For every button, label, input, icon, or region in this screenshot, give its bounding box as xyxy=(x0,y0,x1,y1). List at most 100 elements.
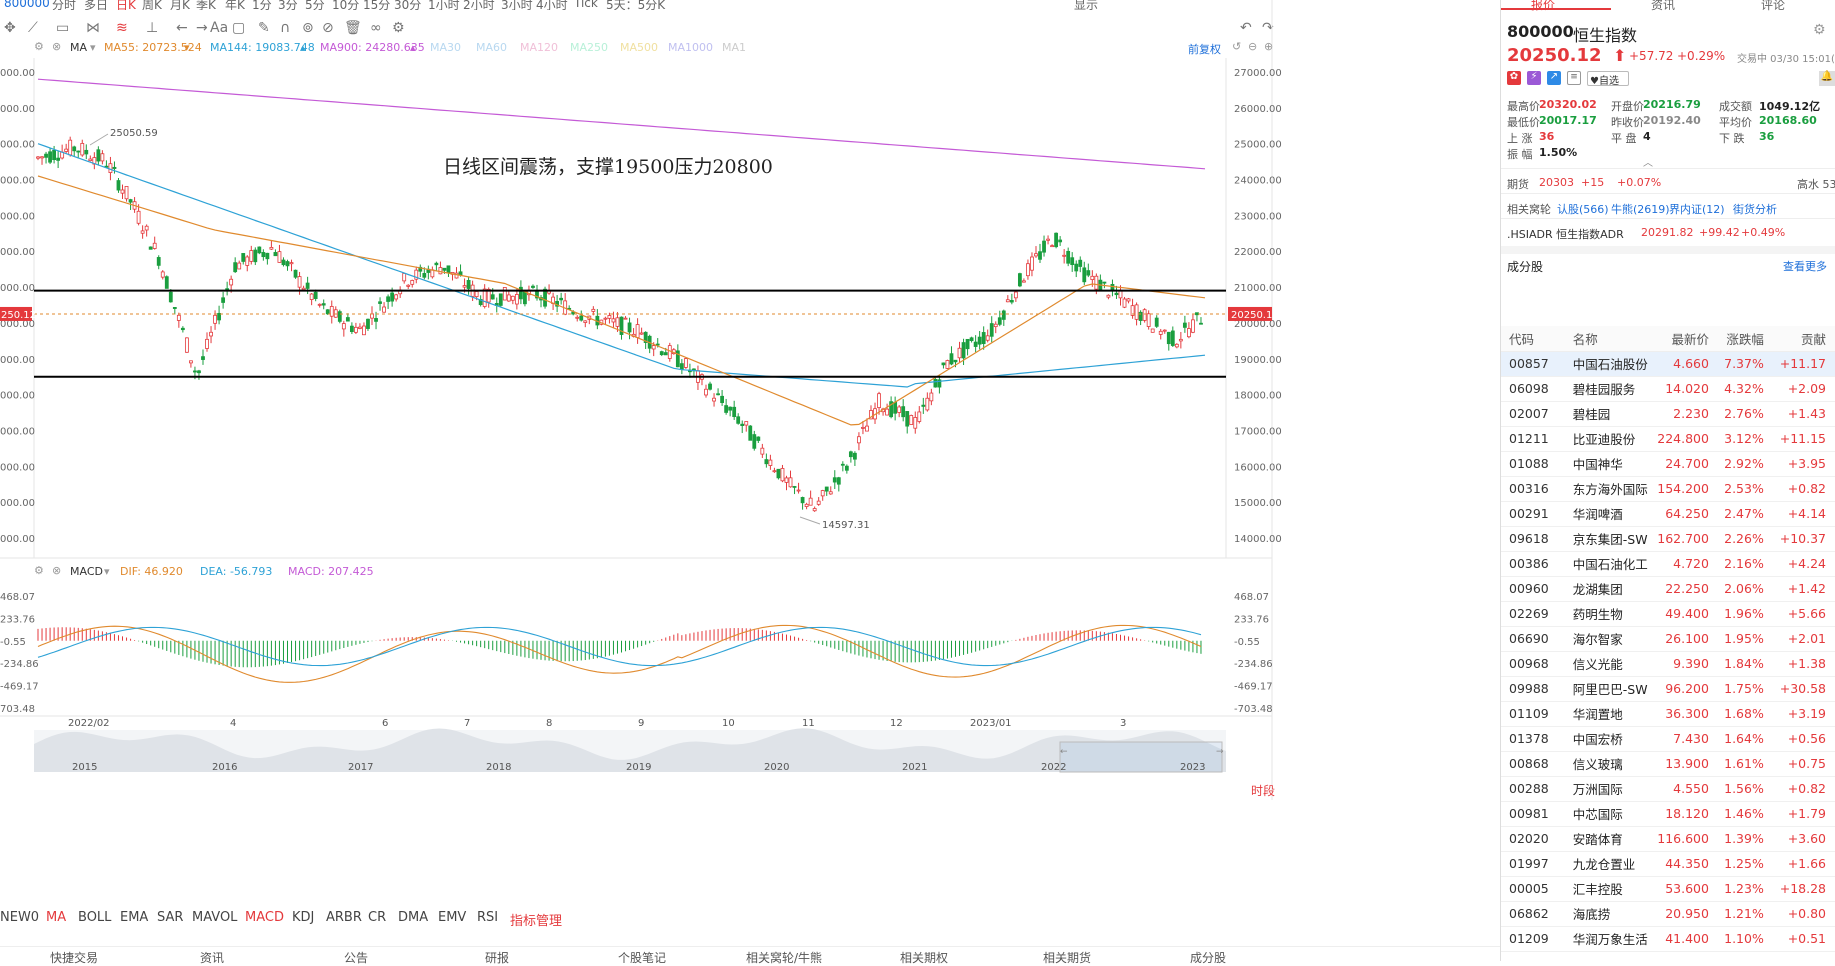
close-icon[interactable]: ⊗ xyxy=(52,564,61,577)
ma-legend-item[interactable]: MA120 xyxy=(520,41,558,54)
tab-news[interactable]: 资讯 xyxy=(1651,0,1675,13)
table-row[interactable]: 01088 中国神华 24.700 2.92% +3.95 xyxy=(1501,451,1835,477)
column-header[interactable]: 贡献 xyxy=(1773,326,1835,352)
chart-annotation[interactable]: 日线区间震荡，支撑19500压力20800 xyxy=(443,152,773,179)
table-row[interactable]: 00981 中芯国际 18.120 1.46% +1.79 xyxy=(1501,801,1835,827)
collapse-icon[interactable]: ︿ xyxy=(1643,154,1653,169)
bottom-tab[interactable]: 快捷交易 xyxy=(50,949,98,966)
ma-legend-item[interactable]: MA1 xyxy=(722,41,746,54)
indicator-tab[interactable]: RSI xyxy=(477,910,498,925)
tag-icon[interactable]: ⚡ xyxy=(1527,71,1541,85)
table-row[interactable]: 09618 京东集团-SW 162.700 2.26% +10.37 xyxy=(1501,526,1835,552)
table-row[interactable]: 09988 阿里巴巴-SW 96.200 1.75% +30.58 xyxy=(1501,676,1835,702)
bottom-tab[interactable]: 相关期权 xyxy=(900,949,948,966)
table-row[interactable]: 00857 中国石油股份 4.660 7.37% +11.17 xyxy=(1501,351,1835,377)
indicator-tab[interactable]: MAVOL xyxy=(192,910,237,925)
table-row[interactable]: 01109 华润置地 36.300 1.68% +3.19 xyxy=(1501,701,1835,727)
indicator-tab[interactable]: SAR xyxy=(157,910,183,925)
bottom-tab[interactable]: 相关期货 xyxy=(1043,949,1091,966)
inline-warrant-link[interactable]: 界内证(12) xyxy=(1669,201,1725,217)
share-icon[interactable]: ↗ xyxy=(1547,71,1561,85)
column-header[interactable]: 最新价 xyxy=(1650,326,1719,352)
table-row[interactable]: 00291 华润啤酒 64.250 2.47% +4.14 xyxy=(1501,501,1835,527)
bottom-tab[interactable]: 研报 xyxy=(485,949,509,966)
macd-label[interactable]: MACD xyxy=(70,565,103,578)
bottom-tab[interactable]: 成分股 xyxy=(1190,949,1226,966)
zoom-out-icon[interactable]: ⊖ xyxy=(1248,40,1257,53)
settings-icon[interactable]: ⚙ xyxy=(34,564,44,577)
table-row[interactable]: 01378 中国宏桥 7.430 1.64% +0.56 xyxy=(1501,726,1835,752)
indicator-tab[interactable]: ARBR xyxy=(326,910,362,925)
table-row[interactable]: 02007 碧桂园 2.230 2.76% +1.43 xyxy=(1501,401,1835,427)
flag-icon[interactable]: ✿ xyxy=(1507,71,1521,85)
ma-legend-item[interactable]: MA144: 19083.748 xyxy=(210,41,315,54)
indicator-tab[interactable]: MA xyxy=(46,910,66,925)
reset-icon[interactable]: ↺ xyxy=(1232,40,1241,53)
table-row[interactable]: 00316 东方海外国际 154.200 2.53% +0.82 xyxy=(1501,476,1835,502)
ma-legend-item[interactable]: MA500 xyxy=(620,41,658,54)
table-row[interactable]: 01997 九龙仓置业 44.350 1.25% +1.66 xyxy=(1501,851,1835,877)
ma-legend-item[interactable]: MA1000 xyxy=(668,41,713,54)
indicator-tab[interactable]: EMA xyxy=(120,910,148,925)
bottom-tab[interactable]: 公告 xyxy=(344,949,368,966)
zoom-in-icon[interactable]: ⊕ xyxy=(1264,40,1273,53)
candle-body xyxy=(728,406,733,411)
indicator-tab[interactable]: 指标管理 xyxy=(510,910,562,929)
tab-comments[interactable]: 评论 xyxy=(1761,0,1785,13)
watchlist-button[interactable]: ♥自选 xyxy=(1587,71,1629,87)
indicator-tab[interactable]: MACD xyxy=(245,910,284,925)
indicator-tab[interactable]: NEW0 xyxy=(0,910,39,925)
bell-icon[interactable]: 🔔 xyxy=(1819,71,1835,86)
indicator-tab[interactable]: CR xyxy=(368,910,386,925)
note-icon[interactable]: ≡ xyxy=(1567,71,1581,85)
candle-body xyxy=(720,395,725,404)
ma-label[interactable]: MA xyxy=(70,41,87,54)
table-row[interactable]: 00005 汇丰控股 53.600 1.23% +18.28 xyxy=(1501,876,1835,902)
table-row[interactable]: 01211 比亚迪股份 224.800 3.12% +11.15 xyxy=(1501,426,1835,452)
chevron-down-icon[interactable]: ▾ xyxy=(90,41,96,54)
futures-price[interactable]: 20303 xyxy=(1539,176,1574,189)
table-row[interactable]: 00968 信义光能 9.390 1.84% +1.38 xyxy=(1501,651,1835,677)
indicator-tab[interactable]: KDJ xyxy=(292,910,314,925)
table-row[interactable]: 00386 中国石油化工 4.720 2.16% +4.24 xyxy=(1501,551,1835,577)
table-row[interactable]: 02269 药明生物 49.400 1.96% +5.66 xyxy=(1501,601,1835,627)
adjust-mode[interactable]: 前复权 xyxy=(1188,41,1221,57)
table-cell: 2.26% xyxy=(1718,526,1774,552)
table-row[interactable]: 06690 海尔智家 26.100 1.95% +2.01 xyxy=(1501,626,1835,652)
table-row[interactable]: 02020 安踏体育 116.600 1.39% +3.60 xyxy=(1501,826,1835,852)
indicator-tab[interactable]: BOLL xyxy=(78,910,111,925)
settings-icon[interactable]: ⚙ xyxy=(1813,22,1826,38)
ma-legend-item[interactable]: MA60 xyxy=(476,41,507,54)
table-row[interactable]: 00960 龙湖集团 22.250 2.06% +1.42 xyxy=(1501,576,1835,602)
street-analysis-link[interactable]: 街货分析 xyxy=(1733,201,1777,217)
period-toggle[interactable]: 时段 xyxy=(1251,782,1275,799)
stock-chart[interactable]: 27000.00 26000.00 25000.00 24000.00 23000.00… xyxy=(0,0,1500,940)
ma-legend-item[interactable]: MA900: 24280.635 xyxy=(320,41,425,54)
table-row[interactable]: 01209 华润万象生活 41.400 1.10% +0.51 xyxy=(1501,926,1835,952)
column-header[interactable]: 涨跌幅 xyxy=(1718,326,1774,352)
close-icon[interactable]: ⊗ xyxy=(52,40,61,53)
view-more-link[interactable]: 查看更多 xyxy=(1783,258,1827,274)
column-header[interactable]: 代码 xyxy=(1501,326,1565,352)
ma-legend-item[interactable]: MA250 xyxy=(570,41,608,54)
table-row[interactable]: 00288 万洲国际 4.550 1.56% +0.82 xyxy=(1501,776,1835,802)
candle-body xyxy=(422,273,427,278)
trend-icon: ▴ xyxy=(300,41,306,54)
candle-body xyxy=(736,416,741,424)
settings-icon[interactable]: ⚙ xyxy=(34,40,44,53)
bottom-tab[interactable]: 个股笔记 xyxy=(618,949,666,966)
chevron-down-icon[interactable]: ▾ xyxy=(104,565,110,578)
bottom-tab[interactable]: 相关窝轮/牛熊 xyxy=(746,949,822,966)
indicator-tab[interactable]: EMV xyxy=(438,910,466,925)
table-row[interactable]: 06098 碧桂园服务 14.020 4.32% +2.09 xyxy=(1501,376,1835,402)
cbbc-link[interactable]: 牛熊(2619) xyxy=(1611,201,1670,217)
indicator-tab[interactable]: DMA xyxy=(398,910,428,925)
table-row[interactable]: 06862 海底捞 20.950 1.21% +0.80 xyxy=(1501,901,1835,927)
warrant-link[interactable]: 认股(566) xyxy=(1557,201,1609,217)
adr-name[interactable]: .HSIADR 恒生指数ADR xyxy=(1507,226,1624,242)
column-header[interactable]: 名称 xyxy=(1564,326,1651,352)
bottom-tab[interactable]: 资讯 xyxy=(200,949,224,966)
ma-legend-item[interactable]: MA30 xyxy=(430,41,461,54)
tab-quote[interactable]: 报价 xyxy=(1531,0,1555,13)
table-row[interactable]: 00868 信义玻璃 13.900 1.61% +0.75 xyxy=(1501,751,1835,777)
